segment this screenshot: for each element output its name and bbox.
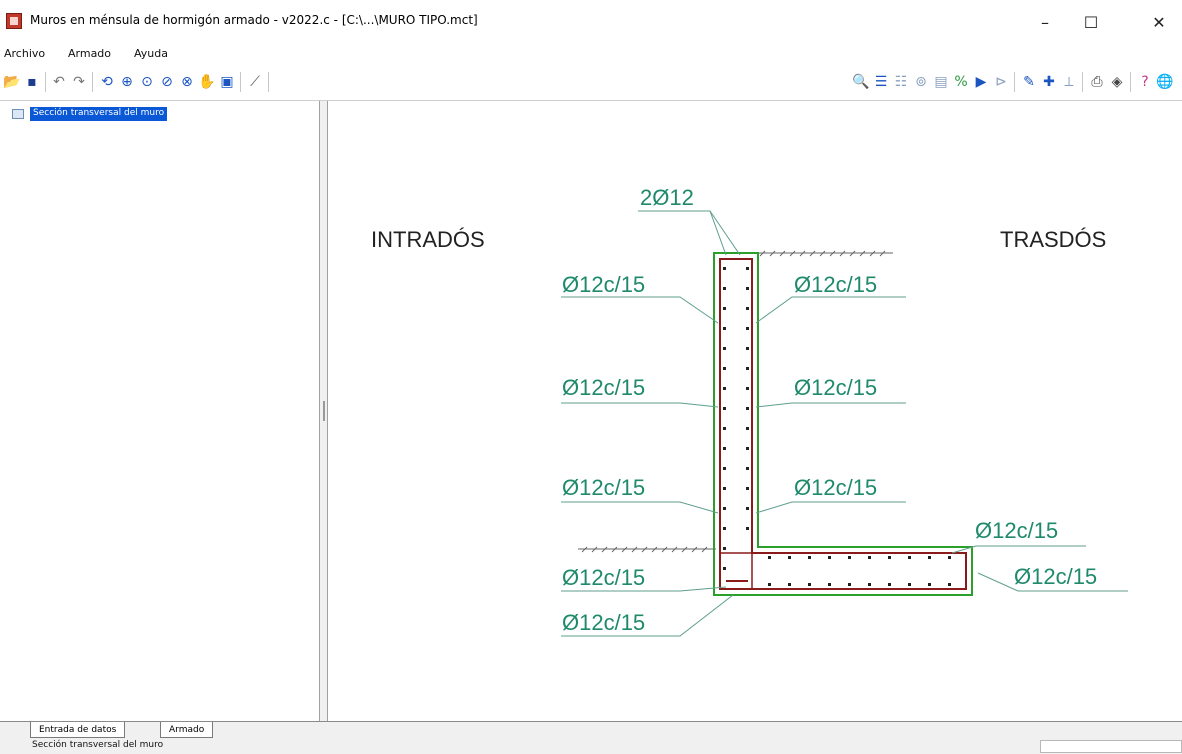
edit-box-icon[interactable]: ▤ — [932, 73, 950, 91]
dimension-icon[interactable]: ⟂ — [1060, 73, 1078, 91]
tab-strip: Entrada de datos Armado — [0, 721, 1182, 739]
menu-ayuda[interactable]: Ayuda — [134, 47, 168, 60]
pan-hand-icon[interactable]: ✋ — [198, 73, 216, 91]
pane-splitter[interactable] — [319, 101, 328, 721]
status-panel — [1040, 740, 1182, 753]
label-rebar-footing-bottom-right: Ø12c/15 — [1014, 564, 1097, 589]
label-rebar-left-3: Ø12c/15 — [562, 475, 645, 500]
splitter-grip[interactable] — [323, 401, 325, 421]
label-top-bars: 2Ø12 — [640, 185, 694, 210]
label-rebar-right-1: Ø12c/15 — [794, 272, 877, 297]
pencil-icon[interactable]: ✎ — [1020, 73, 1038, 91]
open-folder-icon[interactable]: 📂 — [3, 73, 21, 91]
menu-archivo[interactable]: Archivo — [4, 47, 45, 60]
app-icon — [6, 13, 22, 29]
play-icon[interactable]: ▶ — [972, 73, 990, 91]
web-icon[interactable]: 🌐 — [1156, 73, 1174, 91]
label-rebar-footing-left-2: Ø12c/15 — [562, 610, 645, 635]
tree-node-icon — [12, 109, 24, 119]
percent-icon[interactable]: % — [952, 73, 970, 91]
rebar-cage — [719, 258, 967, 590]
menu-armado[interactable]: Armado — [68, 47, 111, 60]
status-text: Sección transversal del muro — [32, 740, 164, 750]
drawing-canvas[interactable]: INTRADÓS TRASDÓS 2Ø12 Ø12c/15 Ø12c/15 Ø1… — [328, 101, 1182, 721]
label-rebar-left-1: Ø12c/15 — [562, 272, 645, 297]
measure-icon[interactable]: ⟋ — [246, 73, 264, 91]
label-rebar-right-3: Ø12c/15 — [794, 475, 877, 500]
label-rebar-left-2: Ø12c/15 — [562, 375, 645, 400]
label-intrados: INTRADÓS — [371, 227, 485, 252]
step-icon[interactable]: ⊳ — [992, 73, 1010, 91]
tree-pane: Sección transversal del muro — [0, 101, 319, 721]
window-title: Muros en ménsula de hormigón armado - v2… — [30, 13, 478, 27]
save-icon[interactable]: ▪ — [23, 73, 41, 91]
search-icon[interactable]: 🔍 — [852, 73, 870, 91]
maximize-button[interactable]: ☐ — [1068, 0, 1114, 44]
zoom-window-icon[interactable]: ⊙ — [138, 73, 156, 91]
label-trasdos: TRASDÓS — [1000, 227, 1106, 252]
ground-hatch-bottom — [578, 546, 716, 553]
toolbar: 📂 ▪ ↶ ↷ ⟲ ⊕ ⊙ ⊘ ⊗ ✋ ▣ ⟋ 🔍 ☰ ☷ ⊚ ▤ % ▶ ⊳ … — [0, 64, 1182, 101]
minimize-button[interactable]: – — [1022, 0, 1068, 44]
status-bar: Sección transversal del muro — [0, 738, 1182, 754]
tree-item-seccion-transversal[interactable]: Sección transversal del muro — [30, 107, 168, 121]
ground-hatch-top — [756, 250, 893, 257]
help-icon[interactable]: ? — [1136, 73, 1154, 91]
title-bar: Muros en ménsula de hormigón armado - v2… — [0, 0, 1182, 44]
print-icon[interactable]: ⎙ — [1088, 73, 1106, 91]
redo-icon[interactable]: ↷ — [70, 73, 88, 91]
close-button[interactable]: ✕ — [1136, 0, 1182, 44]
undo-icon[interactable]: ↶ — [50, 73, 68, 91]
plus-icon[interactable]: ✚ — [1040, 73, 1058, 91]
list-alt-icon[interactable]: ☷ — [892, 73, 910, 91]
print-preview-icon[interactable]: ◈ — [1108, 73, 1126, 91]
zoom-previous-icon[interactable]: ⊘ — [158, 73, 176, 91]
label-rebar-right-2: Ø12c/15 — [794, 375, 877, 400]
label-rebar-footing-top-right: Ø12c/15 — [975, 518, 1058, 543]
zoom-extent-icon[interactable]: ⊗ — [178, 73, 196, 91]
wall-section-drawing: INTRADÓS TRASDÓS 2Ø12 Ø12c/15 Ø12c/15 Ø1… — [371, 185, 1128, 637]
list-icon[interactable]: ☰ — [872, 73, 890, 91]
target-icon[interactable]: ⊚ — [912, 73, 930, 91]
tab-armado[interactable]: Armado — [160, 722, 214, 738]
zoom-all-icon[interactable]: ⊕ — [118, 73, 136, 91]
redraw-icon[interactable]: ⟲ — [98, 73, 116, 91]
view-options-icon[interactable]: ▣ — [218, 73, 236, 91]
menu-bar: Archivo Armado Ayuda — [0, 44, 1182, 64]
tab-entrada-de-datos[interactable]: Entrada de datos — [30, 722, 126, 738]
label-rebar-footing-left-1: Ø12c/15 — [562, 565, 645, 590]
